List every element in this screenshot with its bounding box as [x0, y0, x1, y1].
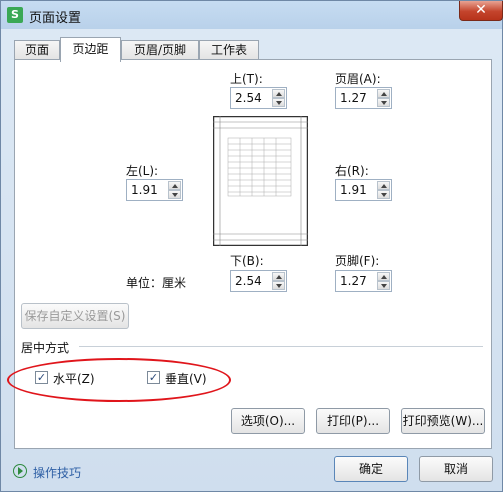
group-divider	[79, 346, 483, 347]
annotation-ellipse	[7, 358, 231, 402]
tab-page[interactable]: 页面	[14, 40, 60, 61]
top-margin-label: 上(T):	[230, 72, 263, 86]
spin-up-icon[interactable]	[377, 272, 390, 281]
ok-button[interactable]: 确定	[334, 456, 408, 482]
footer-margin-value[interactable]: 1.27	[340, 274, 367, 288]
right-margin-spinner[interactable]: 1.91	[335, 179, 392, 201]
spin-down-icon[interactable]	[377, 281, 390, 290]
spin-down-icon[interactable]	[272, 98, 285, 107]
print-button[interactable]: 打印(P)...	[316, 408, 390, 434]
spin-down-icon[interactable]	[168, 190, 181, 199]
tab-header-footer[interactable]: 页眉/页脚	[121, 40, 199, 61]
left-margin-label: 左(L):	[126, 164, 159, 178]
close-button[interactable]: ✕	[459, 1, 503, 21]
spin-down-icon[interactable]	[272, 281, 285, 290]
app-logo-icon: S	[7, 7, 23, 23]
page-setup-dialog: S 页面设置 ✕ 页面 页边距 页眉/页脚 工作表 上(T): 2.54 页眉(…	[0, 0, 503, 492]
header-margin-label: 页眉(A):	[335, 72, 381, 86]
header-margin-value[interactable]: 1.27	[340, 91, 367, 105]
top-margin-spinner[interactable]: 2.54	[230, 87, 287, 109]
spin-up-icon[interactable]	[168, 181, 181, 190]
footer-margin-spinner[interactable]: 1.27	[335, 270, 392, 292]
unit-label: 单位：厘米	[126, 276, 187, 290]
left-margin-value[interactable]: 1.91	[131, 183, 158, 197]
tab-margins[interactable]: 页边距	[60, 37, 121, 62]
bottom-margin-spinner[interactable]: 2.54	[230, 270, 287, 292]
center-group-label: 居中方式	[21, 341, 70, 355]
top-margin-value[interactable]: 2.54	[235, 91, 262, 105]
title-bar[interactable]: S 页面设置 ✕	[1, 1, 503, 29]
right-margin-label: 右(R):	[335, 164, 369, 178]
dialog-title: 页面设置	[29, 11, 82, 26]
spin-down-icon[interactable]	[377, 190, 390, 199]
tab-sheet[interactable]: 工作表	[199, 40, 259, 61]
spin-up-icon[interactable]	[377, 89, 390, 98]
right-margin-value[interactable]: 1.91	[340, 183, 367, 197]
spin-up-icon[interactable]	[272, 89, 285, 98]
options-button[interactable]: 选项(O)...	[231, 408, 305, 434]
spin-up-icon[interactable]	[377, 181, 390, 190]
footer-margin-label: 页脚(F):	[335, 254, 380, 268]
left-margin-spinner[interactable]: 1.91	[126, 179, 183, 201]
page-preview-icon	[213, 116, 308, 246]
header-margin-spinner[interactable]: 1.27	[335, 87, 392, 109]
spin-up-icon[interactable]	[272, 272, 285, 281]
save-custom-settings-button[interactable]: 保存自定义设置(S)	[21, 303, 129, 329]
bottom-margin-label: 下(B):	[230, 254, 264, 268]
bottom-margin-value[interactable]: 2.54	[235, 274, 262, 288]
print-preview-button[interactable]: 打印预览(W)...	[401, 408, 485, 434]
play-circle-icon	[13, 464, 27, 478]
tips-link-text[interactable]: 操作技巧	[33, 464, 81, 481]
cancel-button[interactable]: 取消	[419, 456, 493, 482]
spin-down-icon[interactable]	[377, 98, 390, 107]
